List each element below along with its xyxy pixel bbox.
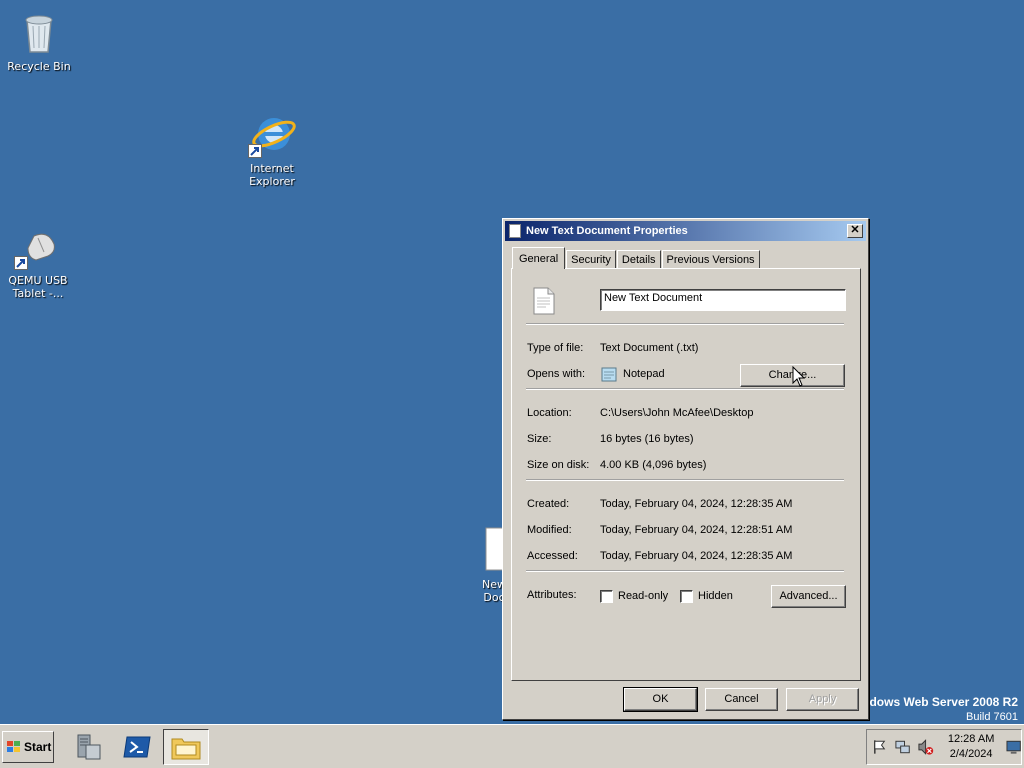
opens-with-value: Notepad: [623, 368, 665, 380]
hidden-label[interactable]: Hidden: [698, 590, 733, 602]
folder-icon: [171, 738, 201, 760]
tab-previous-versions[interactable]: Previous Versions: [661, 250, 760, 269]
taskbar-clock[interactable]: 12:28 AM 2/4/2024: [943, 732, 1000, 762]
ok-button[interactable]: OK: [623, 687, 698, 712]
advanced-button[interactable]: Advanced...: [771, 585, 846, 608]
separator: [526, 388, 844, 390]
close-button[interactable]: ✕: [847, 224, 863, 238]
watermark-build: Build 7601: [966, 711, 1018, 723]
system-tray: 12:28 AM 2/4/2024: [866, 729, 1022, 765]
hidden-checkbox[interactable]: [680, 590, 693, 603]
network-icon[interactable]: [894, 738, 911, 756]
separator: [526, 323, 844, 325]
action-center-flag-icon[interactable]: [871, 738, 888, 756]
watermark-edition: ndows Web Server 2008 R2: [862, 695, 1018, 709]
type-of-file-label: Type of file:: [527, 342, 584, 354]
size-on-disk-label: Size on disk:: [527, 459, 590, 471]
tab-details[interactable]: Details: [616, 250, 661, 269]
desktop-icon-qemu-usb-tablet[interactable]: QEMU USB Tablet -...: [0, 222, 76, 300]
apply-button[interactable]: Apply: [786, 688, 859, 711]
tab-security[interactable]: Security: [566, 250, 616, 269]
modified-value: Today, February 04, 2024, 12:28:51 AM: [600, 524, 793, 536]
size-on-disk-value: 4.00 KB (4,096 bytes): [600, 459, 707, 471]
read-only-label[interactable]: Read-only: [618, 590, 668, 602]
accessed-value: Today, February 04, 2024, 12:28:35 AM: [600, 550, 793, 562]
desktop-icon-internet-explorer[interactable]: Internet Explorer: [234, 110, 310, 188]
dialog-title: New Text Document Properties: [526, 225, 688, 237]
mouse-device-icon: [14, 222, 62, 270]
clock-date: 2/4/2024: [949, 748, 993, 760]
start-label: Start: [24, 740, 52, 754]
start-button[interactable]: Start: [2, 731, 54, 763]
notepad-icon: [601, 366, 617, 385]
show-desktop-icon[interactable]: [1006, 739, 1021, 755]
taskbar: Start 12:28 AM 2/4/2024: [0, 724, 1024, 768]
read-only-checkbox[interactable]: [600, 590, 613, 603]
document-icon: [509, 224, 521, 238]
recycle-bin-icon: [15, 8, 63, 56]
desktop-icon-label: Internet Explorer: [249, 162, 295, 188]
location-label: Location:: [527, 407, 572, 419]
general-tab-panel: New Text Document Type of file: Text Doc…: [511, 268, 861, 681]
os-watermark: ndows Web Server 2008 R2 Build 7601: [862, 695, 1018, 723]
server-manager-icon: [77, 734, 101, 760]
separator: [526, 570, 844, 572]
location-value: C:\Users\John McAfee\Desktop: [600, 407, 754, 419]
windows-flag-icon: [7, 741, 20, 752]
properties-dialog: New Text Document Properties ✕ General S…: [502, 218, 869, 720]
size-label: Size:: [527, 433, 552, 445]
taskbar-server-manager[interactable]: [65, 729, 111, 765]
opens-with-label: Opens with:: [527, 368, 586, 380]
created-value: Today, February 04, 2024, 12:28:35 AM: [600, 498, 793, 510]
clock-time: 12:28 AM: [947, 733, 995, 745]
created-label: Created:: [527, 498, 570, 510]
tab-general[interactable]: General: [512, 247, 566, 269]
desktop-icon-label: QEMU USB Tablet -...: [8, 274, 68, 300]
volume-muted-icon[interactable]: [917, 738, 934, 756]
taskbar-powershell[interactable]: [114, 729, 160, 765]
separator: [526, 479, 844, 481]
modified-label: Modified:: [527, 524, 572, 536]
cancel-button[interactable]: Cancel: [705, 688, 778, 711]
size-value: 16 bytes (16 bytes): [600, 433, 694, 445]
desktop-icon-label: Recycle Bin: [7, 60, 71, 73]
shortcut-arrow-icon: [14, 256, 28, 270]
powershell-icon: [123, 736, 151, 758]
file-name-input[interactable]: New Text Document: [600, 289, 846, 311]
tab-strip: General Security Details Previous Versio…: [512, 247, 761, 269]
shortcut-arrow-icon: [248, 144, 262, 158]
dialog-titlebar[interactable]: New Text Document Properties ✕: [505, 221, 866, 241]
accessed-label: Accessed:: [527, 550, 578, 562]
taskbar-windows-explorer[interactable]: [163, 729, 209, 765]
type-of-file-value: Text Document (.txt): [600, 342, 699, 354]
attributes-label: Attributes:: [527, 589, 577, 601]
internet-explorer-icon: [248, 110, 296, 158]
desktop-icon-recycle-bin[interactable]: Recycle Bin: [1, 8, 77, 73]
text-document-icon: [532, 287, 556, 315]
mouse-cursor-icon: [792, 365, 806, 388]
